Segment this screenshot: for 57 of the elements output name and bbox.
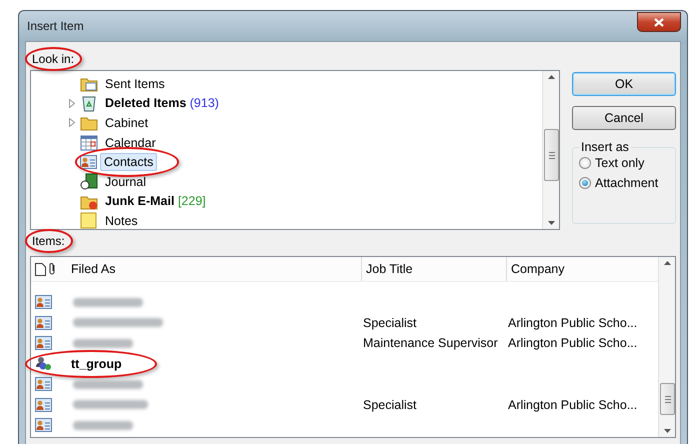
- expand-arrow-icon[interactable]: [69, 98, 75, 108]
- table-cell-text: Arlington Public Scho...: [507, 336, 638, 350]
- grip-icon: [548, 152, 554, 158]
- folder-item[interactable]: Deleted Items (913): [101, 94, 223, 112]
- grip-icon: [664, 396, 670, 402]
- folder-item[interactable]: Notes: [101, 212, 142, 229]
- table-cell-text: Maintenance Supervisor: [362, 336, 499, 350]
- contact-card-icon: [80, 155, 97, 170]
- scroll-thumb[interactable]: [660, 383, 675, 415]
- table-cell-text: Specialist: [362, 398, 418, 412]
- note-icon: [80, 212, 98, 229]
- table-cell-text: Arlington Public Scho...: [507, 398, 638, 412]
- recycle-bin-icon: [80, 94, 98, 112]
- table-cell-text: Specialist: [362, 316, 418, 330]
- paperclip-icon: [48, 262, 57, 276]
- folder-item[interactable]: Junk E-Mail [229]: [101, 192, 210, 210]
- folder-item[interactable]: Cabinet: [101, 114, 152, 132]
- close-icon: [654, 18, 664, 26]
- contact-card-icon: [35, 398, 52, 412]
- ok-button[interactable]: OK: [572, 72, 676, 96]
- calendar-icon: [80, 134, 98, 152]
- contact-card-icon: [35, 336, 52, 350]
- scroll-down-icon[interactable]: [664, 429, 670, 433]
- items-label: Items:: [31, 233, 66, 250]
- folder-item[interactable]: Sent Items: [101, 74, 169, 93]
- radio-option[interactable]: Text only: [579, 156, 669, 170]
- look-in-label: Look in:: [31, 51, 76, 68]
- cancel-button[interactable]: Cancel: [572, 106, 676, 130]
- document-icon: [35, 262, 46, 276]
- table-cell-text: Arlington Public Scho...: [507, 316, 638, 330]
- folder-item[interactable]: Calendar: [101, 134, 160, 152]
- column-header[interactable]: Job Title: [361, 257, 506, 281]
- scrollbar[interactable]: [658, 257, 675, 437]
- contact-name: tt_group: [70, 356, 123, 372]
- scroll-down-icon[interactable]: [548, 221, 554, 225]
- radio-label: Attachment: [595, 176, 658, 190]
- contact-card-icon: [35, 316, 52, 330]
- folder-item[interactable]: Journal: [101, 172, 150, 191]
- scroll-thumb[interactable]: [544, 129, 559, 181]
- group-label: Insert as: [580, 140, 630, 154]
- radio-button[interactable]: [579, 177, 591, 189]
- scrollbar[interactable]: [542, 71, 559, 229]
- radio-option[interactable]: Attachment: [579, 176, 669, 190]
- folder-item[interactable]: Contacts: [100, 153, 158, 172]
- contact-card-icon: [35, 377, 52, 392]
- scroll-up-icon[interactable]: [664, 261, 670, 265]
- close-button[interactable]: [637, 12, 681, 32]
- expand-arrow-icon[interactable]: [69, 118, 75, 128]
- contact-group-icon: [35, 356, 52, 372]
- scroll-up-icon[interactable]: [548, 75, 554, 79]
- radio-label: Text only: [595, 156, 644, 170]
- journal-book-icon: [80, 173, 98, 190]
- contact-card-icon: [35, 295, 52, 310]
- column-header[interactable]: Filed As: [67, 257, 361, 281]
- window-title: Insert Item: [26, 19, 84, 33]
- contact-card-icon: [35, 418, 52, 432]
- radio-button[interactable]: [579, 157, 591, 169]
